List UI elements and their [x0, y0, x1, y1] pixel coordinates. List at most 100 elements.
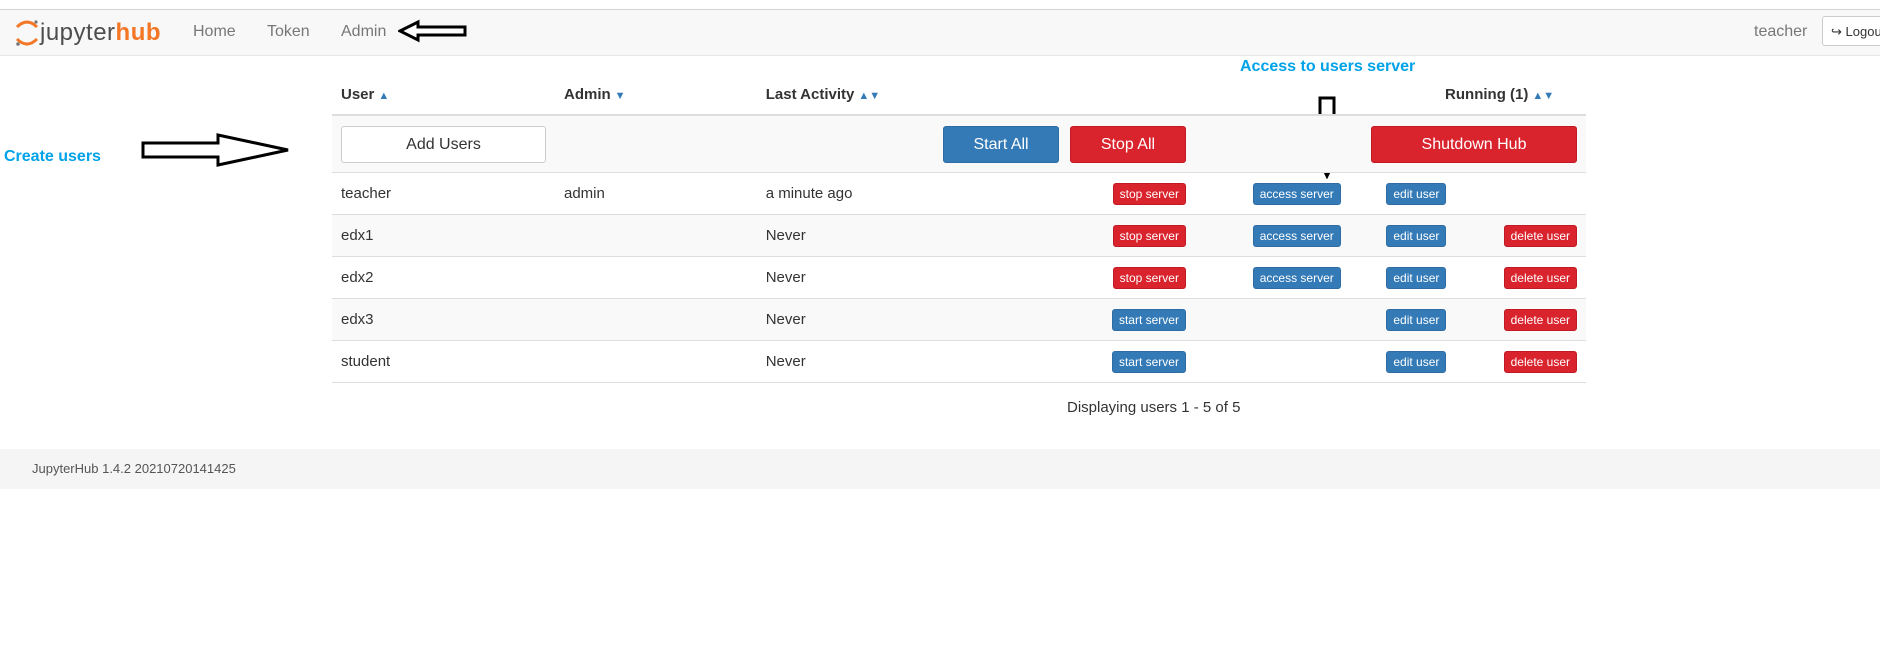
jupyterhub-logo[interactable]: jupyter hub: [14, 15, 161, 51]
sort-by-last-activity-header[interactable]: Last Activity ▲▼: [756, 72, 1060, 116]
delete-user-cell: [1446, 172, 1586, 215]
delete-user-cell: delete user: [1446, 256, 1586, 299]
sort-by-user-header[interactable]: User ▲: [332, 72, 555, 116]
logout-label: Logout: [1845, 24, 1880, 39]
user-row-edx3: edx3 Never start server edit user delete…: [332, 298, 1586, 341]
server-action-cell: stop server: [1059, 172, 1186, 215]
edit-user-cell: edit user: [1340, 298, 1447, 341]
user-row-edx1: edx1 Never stop server access server edi…: [332, 214, 1586, 257]
delete-user-button[interactable]: delete user: [1503, 308, 1577, 331]
user-last-activity: Never: [756, 214, 1060, 257]
logo-text-jupyter: jupyter: [40, 19, 116, 46]
access-server-button[interactable]: access server: [1252, 182, 1341, 205]
access-server-cell: access server: [1185, 256, 1341, 299]
user-last-activity: Never: [756, 298, 1060, 341]
user-admin: [555, 214, 757, 257]
user-last-activity: Never: [756, 340, 1060, 383]
user-name: edx2: [332, 256, 555, 299]
stop-server-button[interactable]: stop server: [1112, 224, 1186, 247]
access-server-cell: [1185, 298, 1341, 341]
pagination-info: Displaying users 1 - 5 of 5: [1067, 399, 1241, 416]
server-action-cell: stop server: [1059, 214, 1186, 257]
header-last-activity-label: Last Activity: [765, 85, 855, 103]
edit-user-button[interactable]: edit user: [1386, 266, 1447, 289]
shutdown-hub-cell: Shutdown Hub: [1340, 114, 1586, 173]
user-last-activity: a minute ago: [756, 172, 1060, 215]
stop-server-button[interactable]: stop server: [1112, 182, 1186, 205]
start-all-cell: Start All: [756, 114, 1060, 173]
shutdown-hub-button[interactable]: Shutdown Hub: [1371, 125, 1577, 163]
access-server-button[interactable]: access server: [1252, 224, 1341, 247]
user-name: teacher: [332, 172, 555, 215]
add-users-button[interactable]: Add Users: [341, 125, 546, 163]
current-user-label: teacher: [1754, 23, 1808, 40]
header-admin-label: Admin: [564, 85, 611, 103]
start-all-button[interactable]: Start All: [943, 125, 1060, 163]
sort-both-icon: ▲▼: [1532, 89, 1555, 102]
user-admin: [555, 340, 757, 383]
sign-out-icon: ↪: [1831, 24, 1842, 39]
delete-user-button[interactable]: delete user: [1503, 224, 1577, 247]
add-users-cell: Add Users: [332, 114, 555, 173]
user-row-teacher: teacher admin a minute ago stop server a…: [332, 172, 1586, 215]
sort-by-running-header[interactable]: Running (1) ▲▼: [1059, 72, 1586, 116]
user-name: student: [332, 340, 555, 383]
table-header-row: User ▲ Admin ▼ Last Activity ▲▼ Running (1)…: [332, 72, 1586, 116]
delete-user-cell: delete user: [1446, 298, 1586, 341]
header-user-label: User: [341, 85, 375, 103]
user-admin: admin: [555, 172, 757, 215]
nav-home-link[interactable]: Home: [193, 23, 236, 41]
user-name: edx3: [332, 298, 555, 341]
jupyter-logo-icon: [15, 20, 39, 46]
stop-server-button[interactable]: stop server: [1112, 266, 1186, 289]
sort-asc-icon: ▲: [378, 89, 390, 102]
header-running-label: Running (1): [1445, 85, 1529, 103]
left-arrow-annotation-icon: [398, 19, 467, 43]
server-action-cell: stop server: [1059, 256, 1186, 299]
sort-both-icon: ▲▼: [858, 89, 881, 102]
stop-all-cell: Stop All: [1059, 114, 1186, 173]
start-server-button[interactable]: start server: [1111, 350, 1186, 373]
access-server-cell: [1185, 340, 1341, 383]
edit-user-cell: edit user: [1340, 340, 1447, 383]
user-last-activity: Never: [756, 256, 1060, 299]
user-admin: [555, 298, 757, 341]
delete-user-cell: delete user: [1446, 340, 1586, 383]
server-action-cell: start server: [1059, 298, 1186, 341]
edit-user-cell: edit user: [1340, 256, 1447, 299]
user-row-edx2: edx2 Never stop server access server edi…: [332, 256, 1586, 299]
start-server-button[interactable]: start server: [1111, 308, 1186, 331]
access-server-button[interactable]: access server: [1252, 266, 1341, 289]
right-arrow-annotation-icon: [141, 133, 289, 167]
footer: JupyterHub 1.4.2 20210720141425: [0, 449, 1880, 489]
user-admin: [555, 256, 757, 299]
controls-row: Add Users Start All Stop All Shutdown Hu…: [332, 114, 1586, 173]
delete-user-button[interactable]: delete user: [1503, 266, 1577, 289]
server-action-cell: start server: [1059, 340, 1186, 383]
sort-desc-icon: ▼: [614, 89, 626, 102]
delete-user-cell: delete user: [1446, 214, 1586, 257]
edit-user-button[interactable]: edit user: [1386, 182, 1447, 205]
sort-by-admin-header[interactable]: Admin ▼: [555, 72, 757, 116]
empty-cell: [555, 114, 757, 173]
edit-user-cell: edit user: [1340, 214, 1447, 257]
stop-all-button[interactable]: Stop All: [1069, 125, 1186, 163]
version-label: JupyterHub 1.4.2 20210720141425: [32, 461, 236, 476]
user-name: edx1: [332, 214, 555, 257]
edit-user-button[interactable]: edit user: [1386, 308, 1447, 331]
nav-token-link[interactable]: Token: [267, 23, 310, 41]
users-table: User ▲ Admin ▼ Last Activity ▲▼ Running (1)…: [332, 72, 1586, 383]
logo-text-hub: hub: [115, 19, 162, 46]
annotation-create-users: Create users: [4, 148, 101, 165]
edit-user-button[interactable]: edit user: [1386, 224, 1447, 247]
delete-user-button[interactable]: delete user: [1503, 350, 1577, 373]
access-server-cell: access server: [1185, 214, 1341, 257]
access-server-cell: access server: [1185, 172, 1341, 215]
logout-button[interactable]: ↪ Logout: [1822, 16, 1880, 46]
edit-user-cell: edit user: [1340, 172, 1447, 215]
nav-admin-link[interactable]: Admin: [341, 23, 386, 41]
empty-cell: [1185, 114, 1341, 173]
edit-user-button[interactable]: edit user: [1386, 350, 1447, 373]
user-row-student: student Never start server edit user del…: [332, 340, 1586, 383]
navbar: jupyter hub Home Token Admin teacher ↪ Lo…: [0, 10, 1880, 56]
